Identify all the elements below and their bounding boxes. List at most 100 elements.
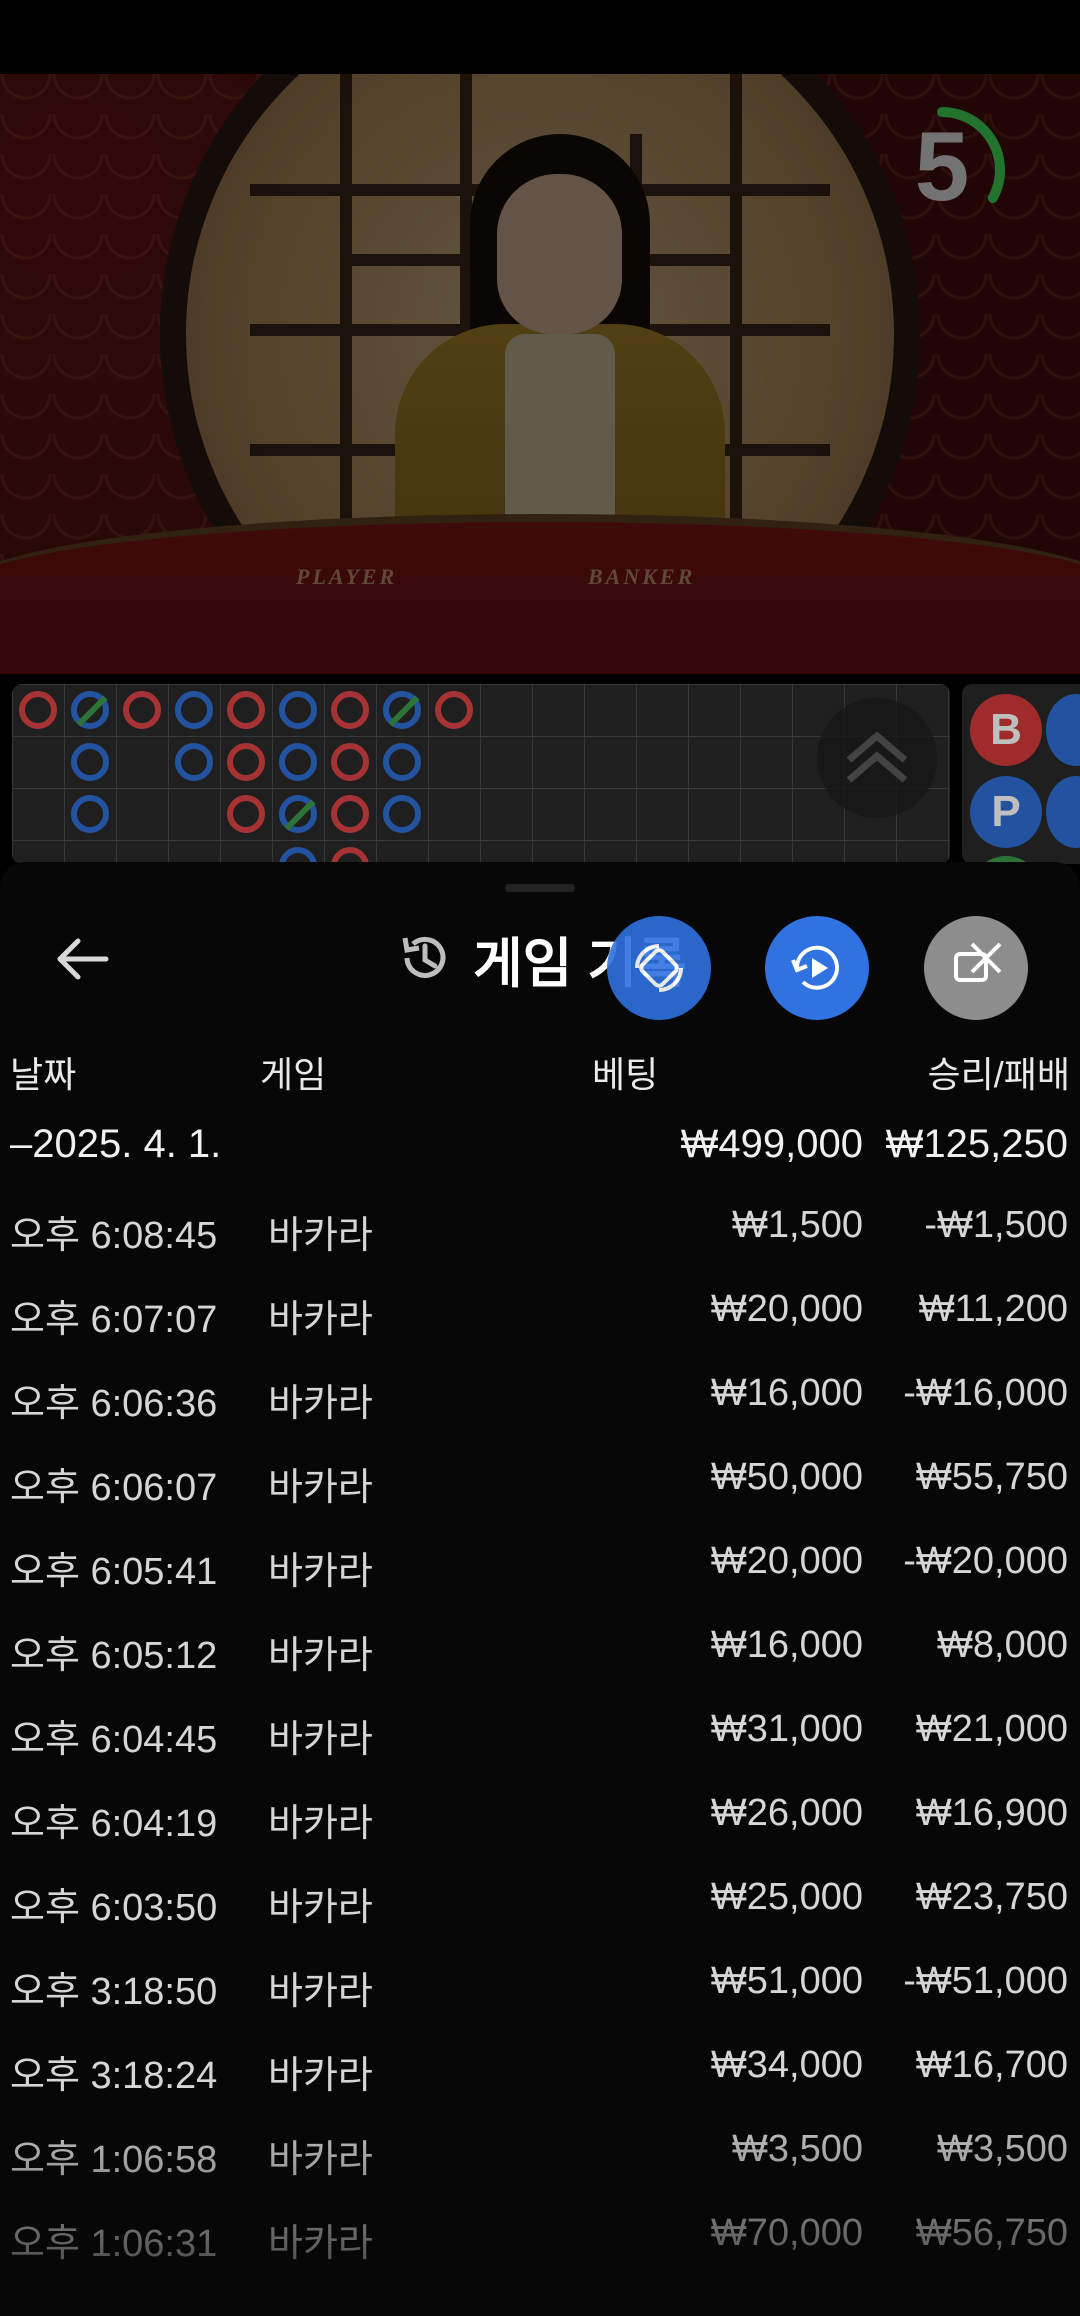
table-row[interactable]: 오후 6:08:45 바카라 ₩1,500 -₩1,500	[0, 1204, 1080, 1288]
row-bet: ₩1,500	[732, 1204, 863, 1246]
road-bead-banker	[227, 743, 265, 781]
row-bet: ₩50,000	[710, 1456, 863, 1498]
row-result: -₩16,000	[903, 1372, 1068, 1414]
countdown-number: 5	[914, 111, 970, 221]
back-button[interactable]	[48, 924, 118, 994]
row-result: ₩8,000	[937, 1624, 1068, 1666]
row-result: ₩16,700	[915, 2044, 1068, 2086]
table-row[interactable]: 오후 6:07:07 바카라 ₩20,000 ₩11,200	[0, 1288, 1080, 1372]
table-row[interactable]: 오후 1:06:58 바카라 ₩3,500 ₩3,500	[0, 2128, 1080, 2212]
road-bead-player	[175, 743, 213, 781]
row-bet: ₩70,000	[710, 2212, 863, 2254]
double-chevron-up-icon	[846, 731, 908, 783]
arrow-left-icon	[57, 938, 109, 980]
column-game: 게임	[260, 1054, 327, 1095]
row-time: 오후 6:05:12	[10, 1635, 218, 1677]
table-row[interactable]: 오후 6:04:19 바카라 ₩26,000 ₩16,900	[0, 1792, 1080, 1876]
road-bead-player-tie	[383, 691, 421, 729]
row-result: -₩20,000	[903, 1540, 1068, 1582]
row-time: 오후 6:05:41	[10, 1551, 218, 1593]
sheet-grab-handle[interactable]	[505, 884, 575, 892]
day-date: –2025. 4. 1.	[10, 1122, 222, 1166]
row-result: ₩3,500	[937, 2128, 1068, 2170]
row-bet: ₩31,000	[710, 1708, 863, 1750]
banker-predict-chip[interactable]: B	[970, 694, 1042, 766]
road-bead-player-tie	[279, 795, 317, 833]
table-header: 날짜 게임 베팅 승리/패배	[0, 1046, 1080, 1096]
row-game: 바카라	[268, 2055, 373, 2097]
road-bead-banker	[331, 795, 369, 833]
row-result: ₩11,200	[918, 1288, 1068, 1330]
table-row[interactable]: 오후 6:05:12 바카라 ₩16,000 ₩8,000	[0, 1624, 1080, 1708]
road-bead-banker	[19, 691, 57, 729]
road-bead-banker	[331, 743, 369, 781]
row-result: ₩21,000	[915, 1708, 1068, 1750]
rotate-icon	[635, 944, 683, 992]
road-bead-player	[279, 743, 317, 781]
day-total-result: ₩125,250	[885, 1122, 1068, 1166]
status-bar	[0, 0, 1080, 74]
row-time: 오후 6:06:36	[10, 1383, 218, 1425]
row-result: ₩56,750	[915, 2212, 1068, 2254]
row-bet: ₩26,000	[710, 1792, 863, 1834]
row-game: 바카라	[268, 1719, 373, 1761]
table-row[interactable]: 오후 6:04:45 바카라 ₩31,000 ₩21,000	[0, 1708, 1080, 1792]
road-bead-banker	[331, 691, 369, 729]
row-time: 오후 3:18:50	[10, 1971, 218, 2013]
row-game: 바카라	[268, 1215, 373, 1257]
replay-button[interactable]	[765, 916, 869, 1020]
row-bet: ₩3,500	[732, 2128, 863, 2170]
row-game: 바카라	[268, 2223, 373, 2265]
row-game: 바카라	[268, 1803, 373, 1845]
row-result: -₩51,000	[903, 1960, 1068, 2002]
row-bet: ₩25,000	[710, 1876, 863, 1918]
row-time: 오후 3:18:24	[10, 2055, 218, 2097]
road-bead-player	[71, 743, 109, 781]
row-game: 바카라	[268, 1383, 373, 1425]
road-bead-player	[383, 743, 421, 781]
road-predictor: B P	[962, 684, 1080, 864]
table-row[interactable]: 오후 6:06:36 바카라 ₩16,000 -₩16,000	[0, 1372, 1080, 1456]
row-time: 오후 6:03:50	[10, 1887, 218, 1929]
rotate-button[interactable]	[607, 916, 711, 1020]
table-row[interactable]: 오후 3:18:50 바카라 ₩51,000 -₩51,000	[0, 1960, 1080, 2044]
table-row[interactable]: 오후 6:05:41 바카라 ₩20,000 -₩20,000	[0, 1540, 1080, 1624]
column-bet: 베팅	[592, 1054, 659, 1095]
close-button[interactable]	[924, 916, 1028, 1020]
table-row[interactable]: 오후 1:06:31 바카라 ₩70,000 ₩56,750	[0, 2212, 1080, 2296]
expand-road-button[interactable]	[817, 698, 937, 818]
bead-road	[12, 684, 950, 864]
row-result: ₩16,900	[915, 1792, 1068, 1834]
row-game: 바카라	[268, 1551, 373, 1593]
row-time: 오후 1:06:58	[10, 2139, 218, 2181]
row-time: 오후 6:07:07	[10, 1299, 218, 1341]
road-bead-player	[279, 691, 317, 729]
table-row[interactable]: 오후 3:18:24 바카라 ₩34,000 ₩16,700	[0, 2044, 1080, 2128]
row-game: 바카라	[268, 2139, 373, 2181]
row-game: 바카라	[268, 1887, 373, 1929]
player-predict-chip[interactable]: P	[970, 776, 1042, 848]
table-row[interactable]: 오후 6:06:07 바카라 ₩50,000 ₩55,750	[0, 1456, 1080, 1540]
row-time: 오후 6:04:45	[10, 1719, 218, 1761]
road-bead-player	[383, 795, 421, 833]
row-game: 바카라	[268, 1467, 373, 1509]
row-bet: ₩34,000	[710, 2044, 863, 2086]
row-time: 오후 1:06:31	[10, 2223, 218, 2265]
table-row[interactable]: 오후 6:03:50 바카라 ₩25,000 ₩23,750	[0, 1876, 1080, 1960]
replay-icon	[791, 945, 839, 990]
row-bet: ₩51,000	[710, 1960, 863, 2002]
row-game: 바카라	[268, 1971, 373, 2013]
row-result: ₩23,750	[915, 1876, 1068, 1918]
road-bead-player-tie	[71, 691, 109, 729]
side-chip-partial	[1046, 776, 1080, 848]
row-time: 오후 6:04:19	[10, 1803, 218, 1845]
road-bead-banker	[123, 691, 161, 729]
countdown-timer: 5	[879, 100, 1042, 260]
game-history-sheet: 게임 기록 날짜 게임 베팅 승리/패배 –2025. 4. 1. ₩499,0…	[0, 862, 1080, 2316]
road-bead-banker	[435, 691, 473, 729]
day-summary-row[interactable]: –2025. 4. 1. ₩499,000 ₩125,250	[0, 1122, 1080, 1182]
row-time: 오후 6:08:45	[10, 1215, 218, 1257]
row-time: 오후 6:06:07	[10, 1467, 218, 1509]
row-bet: ₩16,000	[710, 1624, 863, 1666]
row-bet: ₩16,000	[710, 1372, 863, 1414]
